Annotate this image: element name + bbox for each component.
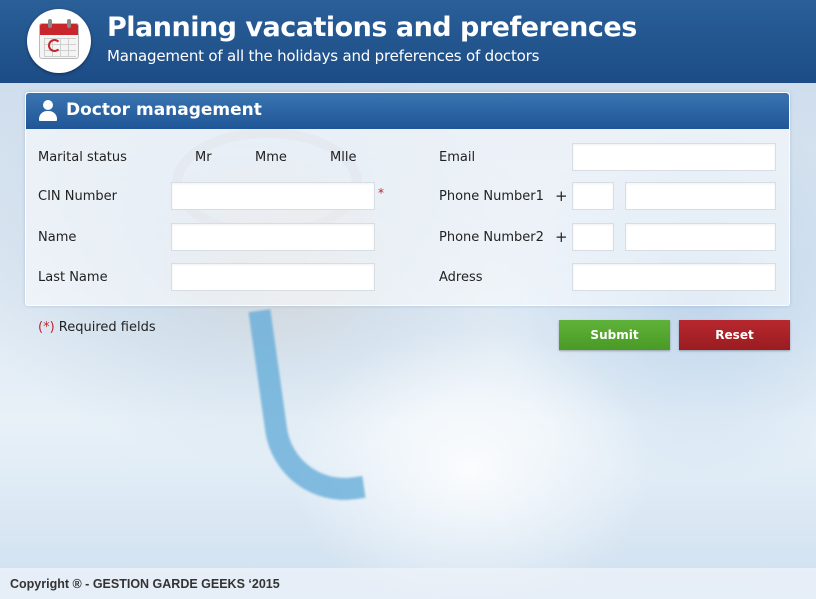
email-input[interactable] [572, 143, 776, 171]
cin-number-input[interactable] [171, 182, 375, 210]
last-name-label: Last Name [38, 270, 108, 285]
name-label: Name [38, 230, 77, 245]
name-input[interactable] [171, 223, 375, 251]
phone-number1-label: Phone Number1 [439, 189, 544, 204]
required-marker: * [378, 186, 384, 200]
required-fields-text: Required fields [54, 320, 156, 335]
required-fields-note: (*) Required fields [38, 320, 156, 335]
page-title: Planning vacations and preferences [107, 12, 637, 43]
required-fields-star: (*) [38, 320, 55, 335]
phone1-number-input[interactable] [625, 182, 776, 210]
panel-title: Doctor management [66, 100, 262, 120]
last-name-input[interactable] [171, 263, 375, 291]
email-label: Email [439, 150, 476, 165]
marital-option-mlle[interactable]: Mlle [330, 150, 356, 165]
reset-button[interactable]: Reset [679, 320, 790, 350]
user-icon [38, 100, 58, 122]
plus-icon: + [555, 228, 568, 246]
marital-status-label: Marital status [38, 150, 127, 165]
phone1-country-code-input[interactable] [572, 182, 614, 210]
page-subtitle: Management of all the holidays and prefe… [107, 47, 540, 65]
phone2-country-code-input[interactable] [572, 223, 614, 251]
address-label: Adress [439, 270, 483, 285]
phone2-number-input[interactable] [625, 223, 776, 251]
marital-option-mr[interactable]: Mr [195, 150, 212, 165]
app-logo [27, 9, 91, 73]
copyright-text: Copyright ® - GESTION GARDE GEEKS ‘2015 [10, 577, 280, 591]
app-header: Planning vacations and preferences Manag… [0, 0, 816, 83]
panel-header: Doctor management [26, 93, 789, 129]
cin-number-label: CIN Number [38, 189, 117, 204]
page-footer: Copyright ® - GESTION GARDE GEEKS ‘2015 [0, 568, 816, 599]
address-input[interactable] [572, 263, 776, 291]
marital-option-mme[interactable]: Mme [255, 150, 287, 165]
phone-number2-label: Phone Number2 [439, 230, 544, 245]
submit-button[interactable]: Submit [559, 320, 670, 350]
calendar-icon [39, 19, 79, 59]
plus-icon: + [555, 187, 568, 205]
